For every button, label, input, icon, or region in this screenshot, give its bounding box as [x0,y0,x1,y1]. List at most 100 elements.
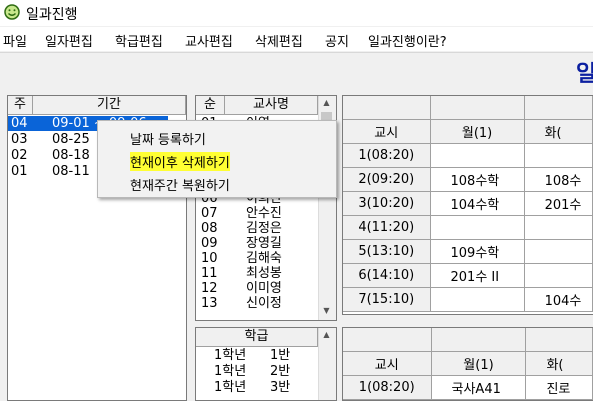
page-heading: 일 [576,62,593,87]
timetable-top-grid: 교시 월(1) 화( 1(08:20) 2(09:20) 108수학 108수 3(10… [343,96,593,312]
week-num: 04 [11,116,28,131]
teacher-name: 김해숙 [246,251,282,266]
period-cell: 5(13:10) [343,239,431,264]
lesson-cell[interactable]: 201수 II [429,263,525,288]
timetable-row: 2(09:20) 108수학 108수 [343,167,593,192]
timetable-row: 6(14:10) 201수 II [343,263,593,288]
teacher-row[interactable]: 07 안수진 [196,206,316,221]
class-grade: 1학년 [214,348,247,363]
period-header: 교시 [343,119,431,144]
title-bar: 일과진행 [0,0,593,26]
lesson-cell[interactable] [523,215,593,240]
class-list[interactable]: 학급 1학년 1반 1학년 2반 1학년 3반 ▲ [195,327,337,401]
teacher-name: 장영길 [246,236,282,251]
class-grade: 1학년 [214,364,247,379]
class-row[interactable]: 1학년 1반 [196,348,316,363]
teacher-num: 10 [201,251,218,266]
menu-item-delete-after[interactable]: 현재이후 삭제하기 [130,152,230,171]
menu-item-register-date[interactable]: 날짜 등록하기 [130,129,206,148]
lesson-cell[interactable]: 108수 [523,167,593,192]
teacher-row[interactable]: 13 신이정 [196,296,316,311]
class-scrollbar[interactable]: ▲ [318,328,336,400]
menu-file[interactable]: 파일 [3,31,27,50]
lesson-cell[interactable] [429,143,525,168]
day-header-mon: 월(1) [430,351,527,376]
lesson-cell[interactable] [523,239,593,264]
window-title: 일과진행 [26,7,78,23]
menu-about[interactable]: 일과진행이란? [368,31,447,50]
menu-teacher-edit[interactable]: 교사편집 [185,31,233,50]
teacher-row[interactable]: 08 김정은 [196,221,316,236]
period-cell: 2(09:20) [343,167,431,192]
timetable-bottom-grid: 교시 월(1) 화( 1(08:20) 국사A41 진로 [343,328,593,400]
period-cell: 6(14:10) [343,263,431,288]
lesson-cell[interactable]: 104수학 [429,191,525,216]
menu-class-edit[interactable]: 학급편집 [115,31,163,50]
lesson-cell[interactable]: 109수학 [429,239,525,264]
menu-notice[interactable]: 공지 [325,31,349,50]
lesson-cell[interactable]: 104수 [523,287,593,312]
class-number: 1반 [270,348,291,363]
scroll-down-icon[interactable]: ▼ [319,306,334,315]
teacher-row[interactable]: 11 최성봉 [196,266,316,281]
day-header-tue: 화( [525,351,593,376]
teacher-num: 12 [201,281,218,296]
timetable-row: 1(08:20) [343,143,593,168]
week-num: 03 [11,132,28,147]
timetable-row: 5(13:10) 109수학 [343,239,593,264]
timetable-row: 7(15:10) 104수 [343,287,593,312]
scroll-up-icon[interactable]: ▲ [319,98,334,107]
period-cell: 1(08:20) [343,143,431,168]
period-cell: 7(15:10) [343,287,431,312]
lesson-cell[interactable]: 108수학 [429,167,525,192]
teacher-name: 이미영 [246,281,282,296]
teacher-row[interactable]: 09 장영길 [196,236,316,251]
week-period: 08-18 [52,148,90,163]
day-header-mon: 월(1) [429,119,525,144]
timetable-row: 1(08:20) 국사A41 진로 [343,375,593,400]
week-num-header[interactable]: 주 [8,96,33,115]
class-row[interactable]: 1학년 2반 [196,364,316,379]
teacher-name: 최성봉 [246,266,282,281]
teacher-name: 신이정 [246,296,282,311]
teacher-name-header[interactable]: 교사명 [225,96,318,115]
lesson-cell[interactable]: 국사A41 [430,375,527,400]
class-number: 3반 [270,380,291,395]
lesson-cell[interactable] [523,263,593,288]
teacher-num-header[interactable]: 순 [196,96,225,115]
menu-item-restore-week[interactable]: 현재주간 복원하기 [130,175,230,194]
class-row[interactable]: 1학년 3반 [196,380,316,395]
lesson-cell[interactable]: 진로 [525,375,593,400]
teacher-num: 08 [201,221,218,236]
teacher-num: 09 [201,236,218,251]
teacher-row[interactable]: 12 이미영 [196,281,316,296]
lesson-cell[interactable] [429,215,525,240]
week-num: 01 [11,164,28,179]
menu-divider [0,52,593,53]
timetable-row: 3(10:20) 104수학 201수 [343,191,593,216]
teacher-row[interactable]: 10 김해숙 [196,251,316,266]
period-cell: 4(11:20) [343,215,431,240]
week-period-header[interactable]: 기간 [33,96,186,115]
menu-date-edit[interactable]: 일자편집 [45,31,93,50]
week-num: 02 [11,148,28,163]
period-cell: 3(10:20) [343,191,431,216]
menu-delete-edit[interactable]: 삭제편집 [255,31,303,50]
smiley-icon [4,4,20,20]
period-cell: 1(08:20) [343,375,432,400]
teacher-num: 13 [201,296,218,311]
scroll-up-icon[interactable]: ▲ [319,330,334,339]
class-grade: 1학년 [214,380,247,395]
context-menu: 날짜 등록하기 현재이후 삭제하기 현재주간 복원하기 [97,120,337,198]
teacher-num: 11 [201,266,218,281]
lesson-cell[interactable] [429,287,525,312]
teacher-name: 안수진 [246,206,282,221]
lesson-cell[interactable] [523,143,593,168]
week-period: 08-11 [52,164,90,179]
teacher-name: 김정은 [246,221,282,236]
timetable-bottom: 교시 월(1) 화( 1(08:20) 국사A41 진로 [342,327,593,401]
lesson-cell[interactable]: 201수 [523,191,593,216]
class-header[interactable]: 학급 [196,328,318,347]
week-period: 08-25 [52,132,90,147]
teacher-num: 07 [201,206,218,221]
